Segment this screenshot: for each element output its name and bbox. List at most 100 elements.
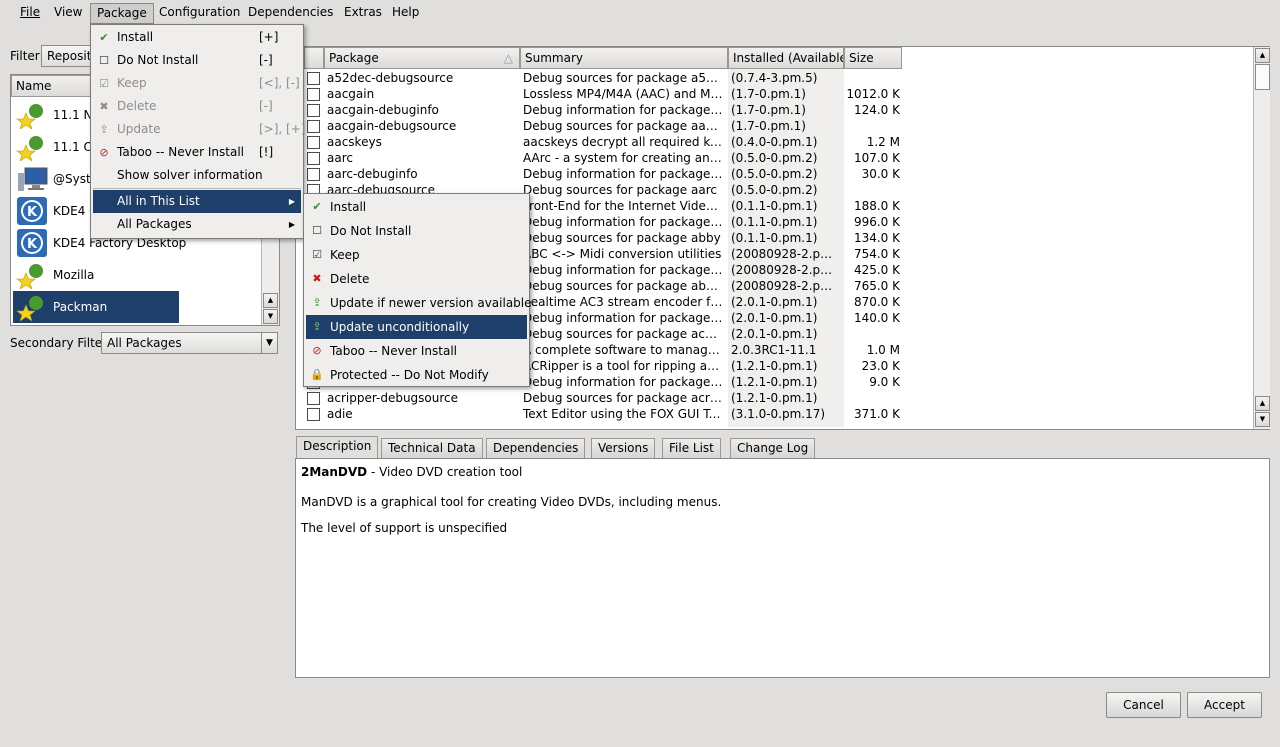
repo-scroll-down-button[interactable]: ▼ [263,309,278,324]
tab-change-log[interactable]: Change Log [730,438,816,459]
submenu-arrow-icon: ▶ [288,197,295,206]
version-cell: (1.7-0.pm.1) [731,87,806,101]
repo-scroll-up-button[interactable]: ▲ [263,293,278,308]
pkg-scroll-thumb[interactable] [1255,64,1270,90]
package-menu-item[interactable]: ☐ Do Not Install [-] [93,49,301,72]
repo-star-icon [16,293,48,322]
menu-extras[interactable]: Extras [338,3,388,24]
summary-column-header[interactable]: Summary [520,47,728,69]
secondary-filter-value: All Packages [107,336,182,350]
status-column-header[interactable] [304,47,324,69]
tab-file-list[interactable]: File List [662,438,721,459]
secondary-filter-label: Secondary Filter: [10,336,111,350]
submenu-item[interactable]: 🔒 Protected -- Do Not Modify [306,363,527,387]
menu-dependencies[interactable]: Dependencies [242,3,339,24]
package-status-checkbox[interactable] [307,88,320,101]
table-row[interactable]: aacgain-debuginfo Debug information for p… [296,102,902,118]
package-menu-item-label: Taboo -- Never Install [117,145,245,159]
pkg-scroll-up-button[interactable]: ▲ [1255,396,1270,411]
summary-cell: Debug sources for package aacgain [523,119,723,133]
chevron-down-icon[interactable]: ▼ [261,333,277,353]
submenu-item-label: Protected -- Do Not Modify [330,368,489,382]
version-cell: (0.4.0-0.pm.1) [731,135,818,149]
menu-shortcut: [-] [259,99,273,113]
menu-shortcut: [!] [259,145,274,159]
package-status-checkbox[interactable] [307,104,320,117]
svg-text:K: K [27,205,38,220]
table-row[interactable]: aacskeys aacskeys decrypt all required ke… [296,134,902,150]
table-row[interactable]: acripper-debugsource Debug sources for pa… [296,390,902,406]
package-menu-item[interactable]: ⇪ Update [>], [+] [93,118,305,141]
tab-technical-data[interactable]: Technical Data [381,438,483,459]
secondary-filter-combo[interactable]: All Packages ▼ [101,332,278,354]
menu-separator [93,188,301,189]
repo-star-icon [16,101,48,130]
package-menu-item[interactable]: ✖ Delete [-] [93,95,301,118]
size-column-header[interactable]: Size [844,47,902,69]
version-cell: (1.7-0.pm.1) [731,119,806,133]
package-status-checkbox[interactable] [307,168,320,181]
table-row[interactable]: a52dec-debugsource Debug sources for pack… [296,70,902,86]
table-row[interactable]: aacgain Lossless MP4/M4A (AAC) and MP3 vo… [296,86,902,102]
summary-cell: Debug sources for package ac3jack [523,327,723,341]
update-icon: ⇪ [312,296,322,309]
repo-item[interactable]: Packman [13,291,179,323]
package-column-header[interactable]: Package △ [324,47,520,69]
package-status-checkbox[interactable] [307,136,320,149]
kde-icon: K [16,229,48,257]
menu-help[interactable]: Help [386,3,425,24]
description-title-line: 2ManDVD - Video DVD creation tool [301,465,1264,481]
menu-configuration[interactable]: Configuration [153,3,246,24]
table-row[interactable]: aarc-debuginfo Debug information for pack… [296,166,902,182]
package-menu-item[interactable]: ☑ Keep [<], [-] [93,72,301,95]
cancel-button[interactable]: Cancel [1106,692,1181,718]
tab-versions[interactable]: Versions [591,438,656,459]
submenu-item[interactable]: ☐ Do Not Install [306,219,527,243]
submenu-item[interactable]: ⇪ Update unconditionally [306,315,527,339]
repo-item[interactable]: Mozilla [13,259,259,291]
version-cell: (1.2.1-0.pm.1) [731,359,818,373]
summary-cell: aacskeys decrypt all required keys for A… [523,135,723,149]
submenu-item[interactable]: ☑ Keep [306,243,527,267]
package-menu-item[interactable]: All in This List ▶ [93,190,301,213]
version-cell: (1.2.1-0.pm.1) [731,391,818,405]
description-panel: 2ManDVD - Video DVD creation tool ManDVD… [295,458,1270,678]
package-status-checkbox[interactable] [307,392,320,405]
size-cell: 371.0 K [853,407,900,421]
menu-view[interactable]: View [48,3,88,24]
tab-dependencies[interactable]: Dependencies [486,438,586,459]
repo-item-label: Mozilla [53,268,95,282]
pkg-scroll-top-up-button[interactable]: ▲ [1255,48,1270,63]
table-row[interactable]: adie Text Editor using the FOX GUI Toolki… [296,406,902,422]
version-cell: (2.0.1-0.pm.1) [731,327,818,341]
package-status-checkbox[interactable] [307,152,320,165]
package-menu-item[interactable]: ✔ Install [+] [93,26,301,49]
installed-column-header[interactable]: Installed (Available) [728,47,844,69]
size-cell: 754.0 K [853,247,900,261]
submenu-item[interactable]: ✖ Delete [306,267,527,291]
submenu-item[interactable]: ⇪ Update if newer version available [306,291,531,315]
package-status-checkbox[interactable] [307,120,320,133]
keep-icon: ☑ [312,248,322,261]
version-cell: (0.7.4-3.pm.5) [731,71,818,85]
repo-scrollbar[interactable]: ▲ ▼ [261,239,279,325]
package-menu-item[interactable]: Show solver information [93,164,301,187]
package-menu-item[interactable]: ⊘ Taboo -- Never Install [!] [93,141,301,164]
delete-icon: ✖ [99,100,109,113]
tab-description[interactable]: Description [296,436,379,459]
package-status-checkbox[interactable] [307,72,320,85]
package-menu-item[interactable]: All Packages ▶ [93,213,301,236]
pkg-scroll-down-button[interactable]: ▼ [1255,412,1270,427]
table-row[interactable]: aacgain-debugsource Debug sources for pac… [296,118,902,134]
accept-button[interactable]: Accept [1187,692,1262,718]
package-scrollbar[interactable]: ▲ ▲ ▼ [1253,47,1270,429]
submenu-item[interactable]: ⊘ Taboo -- Never Install [306,339,527,363]
package-name-cell: acripper-debugsource [327,391,459,405]
table-row[interactable]: aarc AArc - a system for creating and man… [296,150,902,166]
tab-technical-label: Technical Data [388,441,476,455]
package-status-checkbox[interactable] [307,408,320,421]
menu-package[interactable]: Package [90,3,154,24]
menu-file[interactable]: File [14,3,46,24]
submenu-item[interactable]: ✔ Install [306,195,527,219]
taboo-icon: ⊘ [99,146,109,159]
